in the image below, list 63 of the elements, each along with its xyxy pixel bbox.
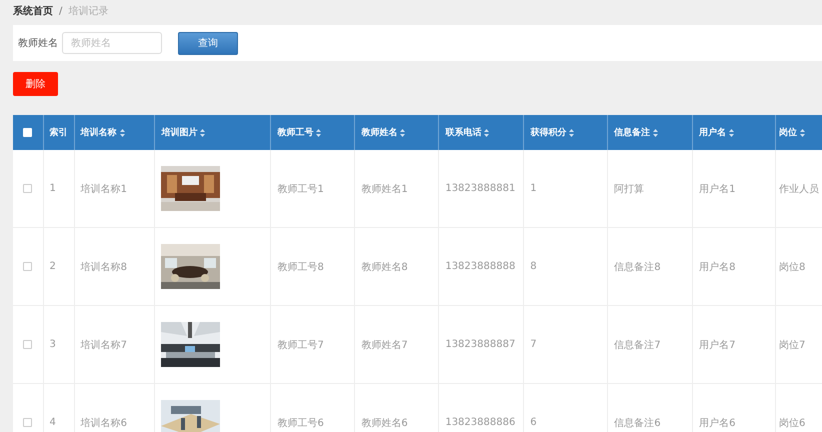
table-cell: 岗位8 bbox=[779, 262, 806, 272]
table-cell: 用户名6 bbox=[699, 418, 736, 428]
table-cell: 培训名称6 bbox=[80, 418, 127, 428]
table-cell: 信息备注8 bbox=[614, 262, 661, 272]
table-cell: 教师工号7 bbox=[277, 340, 324, 350]
table-cell: 13823888888 bbox=[445, 261, 516, 272]
table-cell: 作业人员 bbox=[779, 184, 820, 194]
breadcrumb-separator: / bbox=[59, 6, 62, 16]
table-cell: 培训名称1 bbox=[80, 184, 127, 194]
sort-icon[interactable] bbox=[653, 128, 658, 136]
table-cell: 13823888881 bbox=[445, 183, 516, 194]
column-header[interactable]: 信息备注 bbox=[614, 126, 658, 139]
sort-icon[interactable] bbox=[400, 128, 406, 136]
table-cell: 教师姓名8 bbox=[361, 262, 408, 272]
table-cell: 培训名称7 bbox=[80, 340, 127, 350]
table-cell: 用户名8 bbox=[699, 262, 736, 272]
column-header[interactable]: 用户名 bbox=[699, 126, 734, 139]
table-cell: 4 bbox=[50, 417, 56, 428]
sort-icon[interactable] bbox=[800, 128, 806, 136]
table-cell: 岗位6 bbox=[779, 418, 806, 428]
search-label: 教师姓名 bbox=[18, 37, 58, 50]
column-header[interactable]: 获得积分 bbox=[530, 126, 574, 139]
table-cell: 用户名7 bbox=[699, 340, 736, 350]
table-cell: 教师姓名7 bbox=[361, 340, 408, 350]
delete-button[interactable]: 删除 bbox=[13, 72, 58, 96]
table-cell: 2 bbox=[50, 261, 56, 272]
column-header[interactable]: 教师工号 bbox=[277, 126, 322, 139]
sort-icon[interactable] bbox=[120, 128, 125, 136]
table-cell: 培训名称8 bbox=[80, 262, 127, 272]
table-cell: 岗位7 bbox=[779, 340, 806, 350]
select-all-checkbox[interactable] bbox=[23, 128, 32, 137]
table-cell: 8 bbox=[530, 261, 537, 272]
row-checkbox[interactable] bbox=[23, 340, 32, 349]
search-field[interactable]: 教师姓名 bbox=[62, 32, 162, 54]
table-cell: 信息备注6 bbox=[614, 418, 661, 428]
sort-icon[interactable] bbox=[729, 128, 734, 136]
table-cell: 阿打算 bbox=[614, 184, 644, 194]
table-cell: 13823888886 bbox=[445, 417, 516, 428]
sort-icon[interactable] bbox=[484, 128, 490, 136]
table-cell: 1 bbox=[530, 183, 537, 194]
query-button[interactable]: 查询 bbox=[178, 32, 238, 54]
column-header[interactable]: 培训图片 bbox=[161, 126, 206, 139]
row-checkbox[interactable] bbox=[23, 418, 32, 427]
table-cell: 用户名1 bbox=[699, 184, 736, 194]
sort-icon[interactable] bbox=[200, 128, 206, 136]
table-cell: 教师姓名1 bbox=[361, 184, 408, 194]
table-cell: 信息备注7 bbox=[614, 340, 661, 350]
table-cell: 教师姓名6 bbox=[361, 418, 408, 428]
table-cell: 6 bbox=[530, 417, 537, 428]
table-cell: 教师工号8 bbox=[277, 262, 324, 272]
column-header[interactable]: 联系电话 bbox=[445, 126, 490, 139]
row-checkbox[interactable] bbox=[23, 184, 32, 193]
table-cell: 教师工号1 bbox=[277, 184, 324, 194]
table-cell: 7 bbox=[530, 339, 537, 350]
breadcrumb-link[interactable]: 系统首页 bbox=[13, 4, 53, 18]
table-cell: 1 bbox=[50, 183, 56, 194]
column-header[interactable]: 教师姓名 bbox=[361, 126, 406, 139]
table-cell: 3 bbox=[50, 339, 56, 350]
table-cell: 13823888887 bbox=[445, 339, 516, 350]
table-cell: 教师工号6 bbox=[277, 418, 324, 428]
sort-icon[interactable] bbox=[316, 128, 322, 136]
row-checkbox[interactable] bbox=[23, 262, 32, 271]
sort-icon[interactable] bbox=[569, 128, 574, 136]
